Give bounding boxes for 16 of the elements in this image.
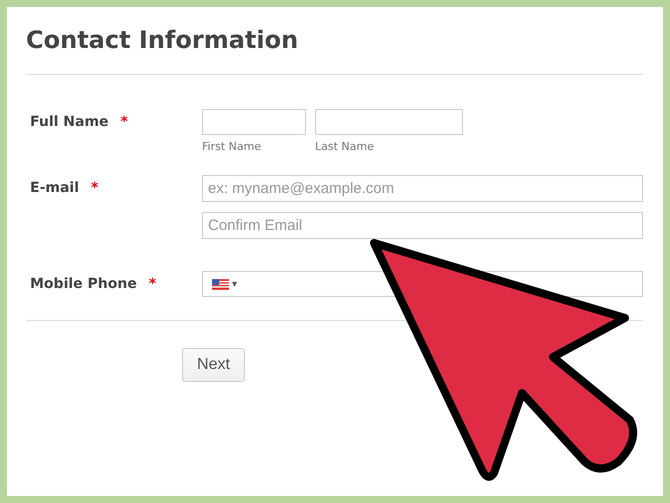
field-caption: First Name [202,140,262,153]
field-label: Mobile Phone [30,276,137,294]
field-label: E-mail [30,180,80,198]
last-name-field[interactable] [315,109,463,135]
first-name-field[interactable] [202,109,306,135]
field-label: Full Name [30,114,109,132]
email-field[interactable]: ex: myname@example.com [202,175,643,202]
flag-icon[interactable] [212,278,229,290]
form-title: Contact Information [26,25,300,54]
caret-icon[interactable]: ▾ [232,278,238,290]
required-mark: * [91,180,98,198]
required-mark: * [120,114,128,132]
confirm-email-field[interactable]: Confirm Email [202,212,643,239]
next-button[interactable]: Next [182,348,245,382]
field-caption: Last Name [315,140,375,153]
required-mark: * [148,276,156,294]
